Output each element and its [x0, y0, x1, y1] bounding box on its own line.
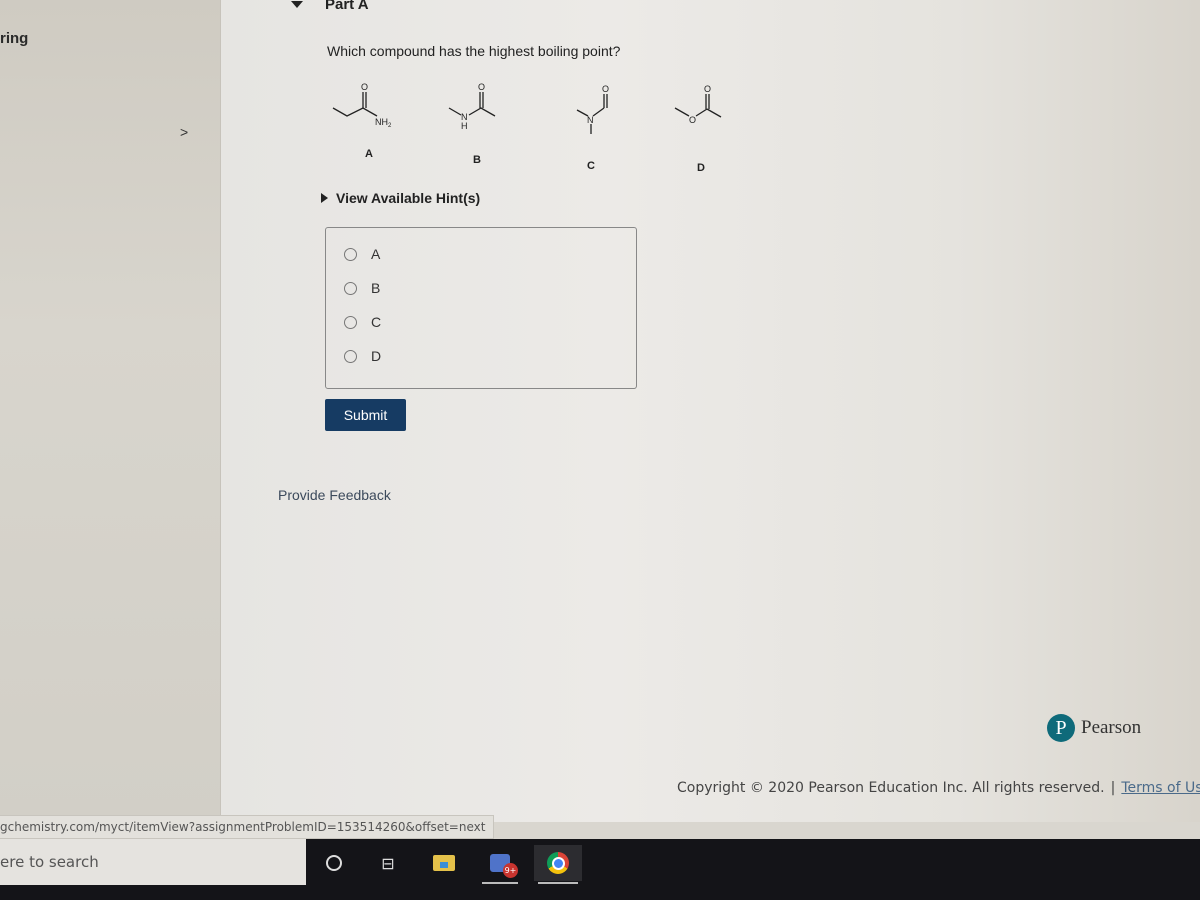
radio-button[interactable] — [344, 349, 357, 363]
structure-b-drawing: O N H — [448, 82, 496, 131]
atom-o: O — [361, 82, 368, 92]
taskbar: ere to search ⊟ 9+ — [0, 839, 1200, 900]
structure-b: O N H B — [437, 78, 517, 166]
structure-c: O N C — [557, 78, 627, 172]
part-title: Part A — [325, 0, 369, 13]
sidebar-title: ring — [0, 30, 29, 47]
svg-text:O: O — [478, 82, 485, 92]
view-hints-toggle[interactable]: View Available Hint(s) — [321, 190, 480, 206]
question-text: Which compound has the highest boiling p… — [327, 43, 621, 59]
sidebar: ring > — [0, 0, 220, 822]
radio-button[interactable] — [344, 315, 357, 329]
caret-down-icon[interactable] — [291, 1, 303, 8]
choice-a[interactable]: A — [344, 246, 380, 262]
svg-text:H: H — [461, 121, 468, 131]
choice-label: D — [371, 348, 382, 364]
notification-badge: 9+ — [503, 863, 518, 878]
chrome-button[interactable] — [534, 845, 582, 884]
choice-label: A — [371, 246, 381, 262]
chevron-right-icon[interactable]: > — [180, 124, 188, 140]
app-button[interactable]: 9+ — [478, 845, 522, 884]
choice-b[interactable]: B — [344, 280, 380, 296]
hint-label: View Available Hint(s) — [336, 190, 481, 206]
radio-button[interactable] — [344, 281, 357, 295]
cortana-button[interactable] — [312, 845, 356, 881]
structure-c-drawing: O N — [576, 84, 609, 134]
svg-text:O: O — [602, 84, 609, 94]
svg-text:N: N — [587, 115, 594, 125]
cortana-icon — [326, 855, 342, 871]
folder-icon — [433, 855, 455, 871]
terms-of-use-link[interactable]: Terms of Us — [1121, 780, 1200, 796]
choice-c[interactable]: C — [344, 314, 381, 330]
main-content: Part A Which compound has the highest bo… — [220, 0, 1200, 822]
choice-d[interactable]: D — [344, 348, 381, 364]
structure-label-b: B — [473, 154, 481, 166]
structures: O NH2 A O N H B O N C O O D — [321, 78, 722, 178]
structure-label-c: C — [587, 160, 595, 172]
structure-a: O NH2 A — [327, 78, 407, 160]
radio-button[interactable] — [344, 247, 357, 261]
choice-label: B — [371, 280, 381, 296]
answer-choices: A B C D — [325, 227, 637, 389]
pearson-brand: P Pearson — [1047, 714, 1141, 742]
status-url-bar: gchemistry.com/myct/itemView?assignmentP… — [0, 815, 495, 839]
copyright-footer: Copyright © 2020 Pearson Education Inc. … — [677, 780, 1200, 796]
task-view-icon: ⊟ — [381, 853, 395, 873]
structure-a-drawing: O NH2 — [332, 82, 392, 128]
copyright-text: Copyright © 2020 Pearson Education Inc. … — [677, 780, 1105, 796]
structure-label-d: D — [697, 162, 705, 174]
part-header[interactable]: Part A — [291, 0, 369, 13]
submit-button[interactable]: Submit — [325, 399, 406, 431]
svg-text:O: O — [704, 84, 711, 94]
structure-label-a: A — [365, 148, 373, 160]
file-explorer-button[interactable] — [422, 845, 466, 881]
active-indicator — [538, 882, 578, 884]
active-indicator — [482, 882, 518, 884]
pearson-name: Pearson — [1081, 717, 1142, 738]
pearson-logo-icon: P — [1047, 714, 1075, 742]
taskbar-search-input[interactable]: ere to search — [0, 839, 306, 885]
svg-text:O: O — [689, 115, 696, 125]
atom-nh2: NH2 — [375, 117, 392, 128]
chrome-icon — [547, 852, 569, 874]
structure-d: O O D — [667, 78, 747, 174]
structure-d-drawing: O O — [674, 84, 722, 125]
app-icon: 9+ — [490, 854, 518, 878]
task-view-button[interactable]: ⊟ — [366, 845, 410, 881]
choice-label: C — [371, 314, 382, 330]
caret-right-icon — [321, 193, 328, 203]
footer-separator: | — [1110, 780, 1116, 796]
provide-feedback-link[interactable]: Provide Feedback — [278, 487, 391, 503]
